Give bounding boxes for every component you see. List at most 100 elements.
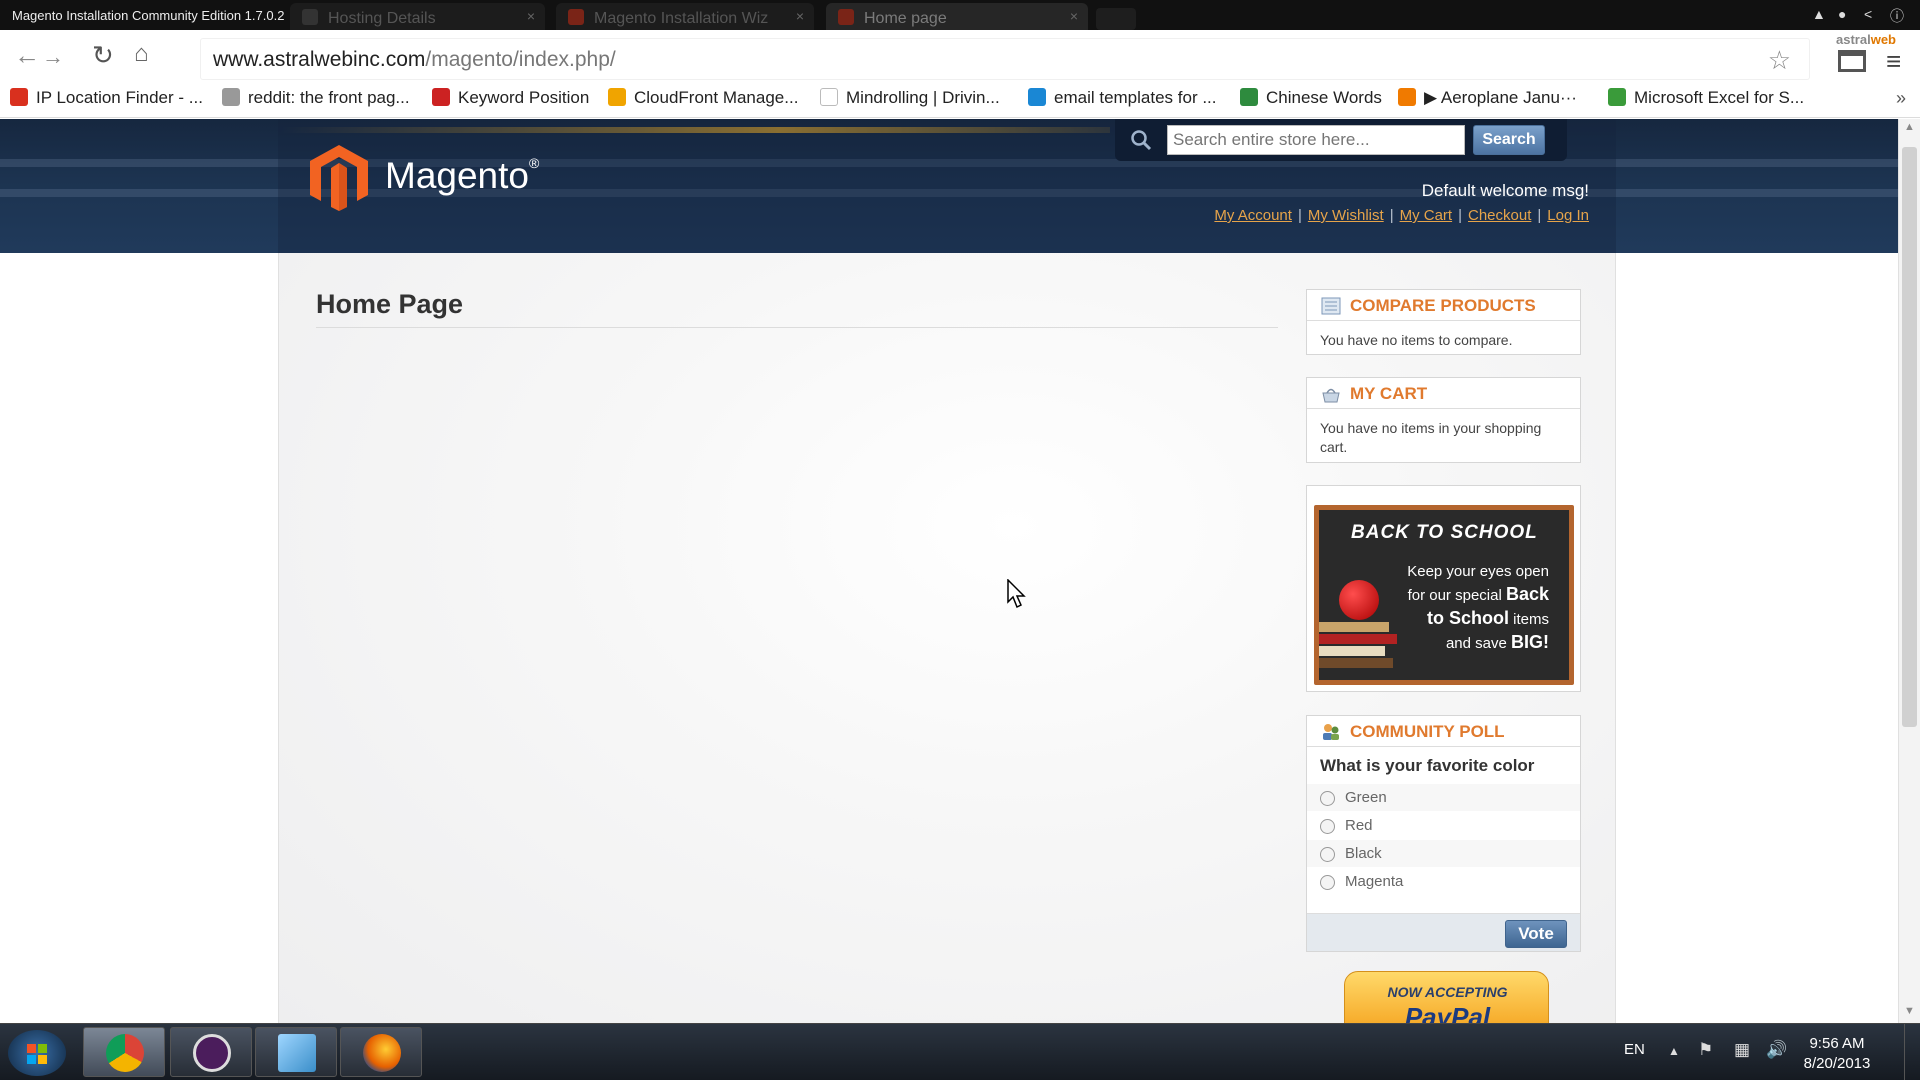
bookmark-aeroplane[interactable]: ▶ Aeroplane Janu··· — [1398, 88, 1577, 108]
bookmark-chinese-words[interactable]: Chinese Words — [1240, 88, 1382, 108]
bookmark-cloudfront[interactable]: CloudFront Manage... — [608, 88, 798, 108]
vote-button[interactable]: Vote — [1505, 920, 1567, 948]
bookmark-excel[interactable]: Microsoft Excel for S... — [1608, 88, 1804, 108]
tray-expand-icon[interactable]: ▲ — [1668, 1044, 1680, 1058]
tab-magento-installation[interactable]: Magento Installation Wiz × — [556, 3, 814, 30]
back-to-school-banner[interactable]: BACK TO SCHOOL Keep your eyes open for o… — [1306, 485, 1581, 692]
start-button[interactable] — [8, 1030, 66, 1076]
network-icon[interactable]: ▦ — [1734, 1040, 1750, 1060]
tab-hosting-details[interactable]: Hosting Details × — [290, 3, 545, 30]
url-path: /magento/index.php/ — [425, 48, 616, 71]
scroll-thumb[interactable] — [1902, 147, 1917, 727]
radio-button[interactable] — [1320, 819, 1335, 834]
tab-close-icon[interactable]: × — [1070, 8, 1078, 24]
promo-line: and save — [1445, 635, 1507, 652]
browser-tab-strip: Magento Installation Community Edition 1… — [0, 0, 1920, 30]
log-in-link[interactable]: Log In — [1547, 207, 1589, 224]
new-tab-button[interactable] — [1096, 8, 1136, 30]
promo-emphasis: to School — [1426, 608, 1509, 628]
my-wishlist-link[interactable]: My Wishlist — [1308, 207, 1384, 224]
mailchimp-m-icon — [1028, 88, 1046, 106]
checkout-link[interactable]: Checkout — [1468, 207, 1531, 224]
bookmark-ip-location-finder[interactable]: IP Location Finder - ... — [10, 88, 203, 108]
taskbar-lock-app[interactable] — [170, 1027, 252, 1077]
bookmarks-overflow-icon[interactable]: » — [1896, 88, 1906, 109]
url-text[interactable]: www.astralwebinc.com/magento/index.php/ — [213, 48, 616, 72]
forward-icon[interactable]: → — [42, 44, 64, 70]
thumbs-up-icon[interactable]: ▲ — [1812, 6, 1826, 22]
home-icon[interactable]: ⌂ — [134, 40, 149, 68]
firefox-icon — [363, 1034, 401, 1072]
registered-mark: ® — [529, 155, 540, 171]
bookmark-email-templates[interactable]: email templates for ... — [1028, 88, 1217, 108]
radio-button[interactable] — [1320, 791, 1335, 806]
poll-option-label: Magenta — [1345, 873, 1404, 890]
taskbar-clock[interactable]: 9:56 AM 8/20/2013 — [1792, 1034, 1882, 1074]
keyword-s-icon — [432, 88, 450, 106]
screen: Magento Installation Community Edition 1… — [0, 0, 1920, 1080]
poll-option-black[interactable]: Black — [1307, 840, 1580, 867]
magento-logo-icon[interactable] — [310, 145, 368, 211]
menu-icon[interactable]: ≡ — [1886, 46, 1901, 77]
store-logo-text[interactable]: Magento® — [385, 155, 539, 197]
poll-option-green[interactable]: Green — [1307, 784, 1580, 811]
badge-brand: astral — [1836, 32, 1871, 47]
page-scrollbar[interactable]: ▲ ▼ — [1898, 119, 1920, 1023]
my-cart-block: MY CART You have no items in your shoppi… — [1306, 377, 1581, 463]
taskbar-notepad[interactable] — [255, 1027, 337, 1077]
bookmark-keyword-position[interactable]: Keyword Position — [432, 88, 589, 108]
search-input[interactable] — [1167, 125, 1465, 155]
cart-empty-text: You have no items in your shopping cart. — [1320, 420, 1542, 455]
bookmark-mindrolling[interactable]: Mindrolling | Drivin... — [820, 88, 1000, 108]
bookmark-label: Aeroplane Janu··· — [1440, 88, 1577, 107]
bookmarks-bar: IP Location Finder - ... reddit: the fro… — [0, 82, 1920, 118]
compare-products-title: COMPARE PRODUCTS — [1307, 290, 1580, 321]
address-bar[interactable]: www.astralwebinc.com/magento/index.php/ … — [200, 38, 1810, 80]
radio-button[interactable] — [1320, 847, 1335, 862]
window-icon[interactable] — [1838, 50, 1866, 72]
paypal-badge[interactable]: NOW ACCEPTING PayPal — [1344, 971, 1549, 1023]
show-desktop-button[interactable] — [1904, 1024, 1920, 1080]
my-account-link[interactable]: My Account — [1214, 207, 1292, 224]
community-poll-title: COMMUNITY POLL — [1307, 716, 1580, 747]
poll-option-magenta[interactable]: Magenta — [1307, 868, 1580, 895]
scroll-down-icon[interactable]: ▼ — [1904, 1005, 1915, 1017]
flag-icon[interactable]: ⚑ — [1698, 1040, 1713, 1060]
quick-links: My Account | My Wishlist | My Cart | Checkout |… — [1160, 207, 1589, 224]
scroll-up-icon[interactable]: ▲ — [1904, 121, 1915, 133]
bookmark-label: Keyword Position — [458, 88, 590, 107]
share-icon[interactable]: < — [1864, 6, 1872, 22]
poll-option-red[interactable]: Red — [1307, 812, 1580, 839]
tab-close-icon[interactable]: × — [527, 8, 535, 24]
extension-badge[interactable]: astralweb — [1836, 32, 1896, 47]
bookmark-reddit[interactable]: reddit: the front pag... — [222, 88, 410, 108]
my-cart-link[interactable]: My Cart — [1400, 207, 1453, 224]
badge-accent: web — [1870, 32, 1896, 47]
chrome-icon — [106, 1034, 144, 1072]
clock-date: 8/20/2013 — [1803, 1055, 1871, 1072]
block-title-text: COMPARE PRODUCTS — [1350, 296, 1536, 315]
page-icon — [820, 88, 838, 106]
tab-home-page[interactable]: Home page × — [826, 3, 1088, 30]
volume-icon[interactable]: 🔊 — [1766, 1040, 1787, 1060]
bookmark-label: email templates for ... — [1054, 88, 1217, 107]
welcome-message: Default welcome msg! — [1421, 181, 1589, 200]
reload-icon[interactable]: ↻ — [92, 40, 114, 71]
title-divider — [316, 327, 1278, 328]
link-separator: | — [1389, 207, 1394, 224]
taskbar-firefox[interactable] — [340, 1027, 422, 1077]
poll-option-label: Black — [1345, 845, 1382, 862]
link-separator: | — [1297, 207, 1302, 224]
language-indicator[interactable]: EN — [1624, 1041, 1645, 1058]
chat-icon[interactable]: ● — [1838, 6, 1846, 22]
promo-line: items — [1513, 611, 1549, 628]
bookmark-star-icon[interactable]: ☆ — [1768, 45, 1791, 76]
play-icon: ▶ — [1424, 88, 1441, 107]
url-host: www.astralwebinc.com — [213, 48, 426, 71]
info-icon[interactable]: ⓘ — [1890, 6, 1904, 26]
search-button[interactable]: Search — [1473, 125, 1545, 155]
tab-close-icon[interactable]: × — [796, 8, 804, 24]
back-icon[interactable]: ← — [14, 40, 40, 71]
taskbar-chrome[interactable] — [83, 1027, 165, 1077]
radio-button[interactable] — [1320, 875, 1335, 890]
